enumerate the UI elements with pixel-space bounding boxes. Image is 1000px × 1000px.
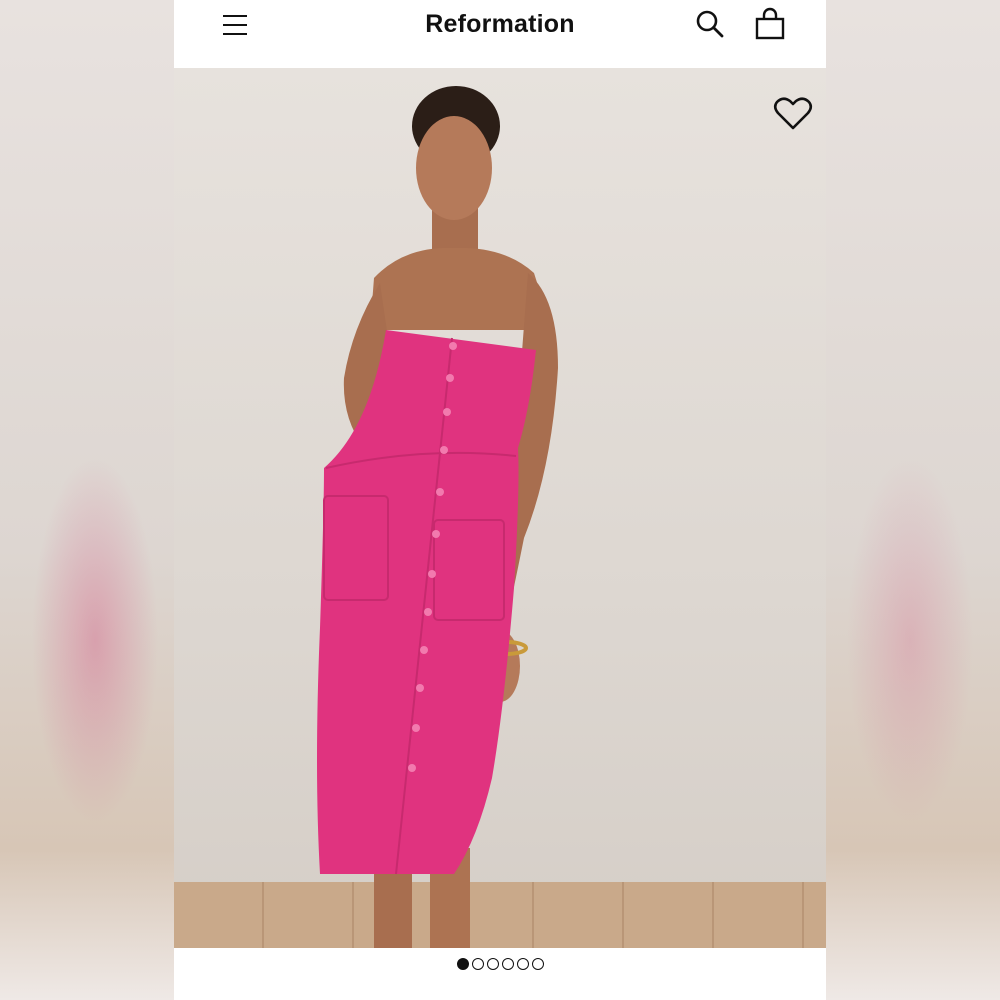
carousel-dot[interactable] [471,958,484,970]
carousel-dot[interactable] [501,958,514,970]
heart-outline-icon [773,97,813,130]
model-photo [317,86,558,948]
carousel-dot[interactable] [531,958,544,970]
search-icon [696,10,724,38]
wishlist-button[interactable] [772,94,814,132]
phone-screen: Reformation [174,0,826,1000]
carousel-dot[interactable] [516,958,529,970]
shopping-bag-icon [755,7,785,40]
carousel-dot[interactable] [486,958,499,970]
carousel-dot[interactable] [456,958,469,970]
search-button[interactable] [692,6,728,42]
shopping-bag-button[interactable] [752,6,788,42]
top-nav-bar: Reformation [174,0,826,68]
product-image[interactable] [174,68,826,948]
brand-logo[interactable]: Reformation [174,10,826,39]
carousel-indicator [174,958,826,976]
